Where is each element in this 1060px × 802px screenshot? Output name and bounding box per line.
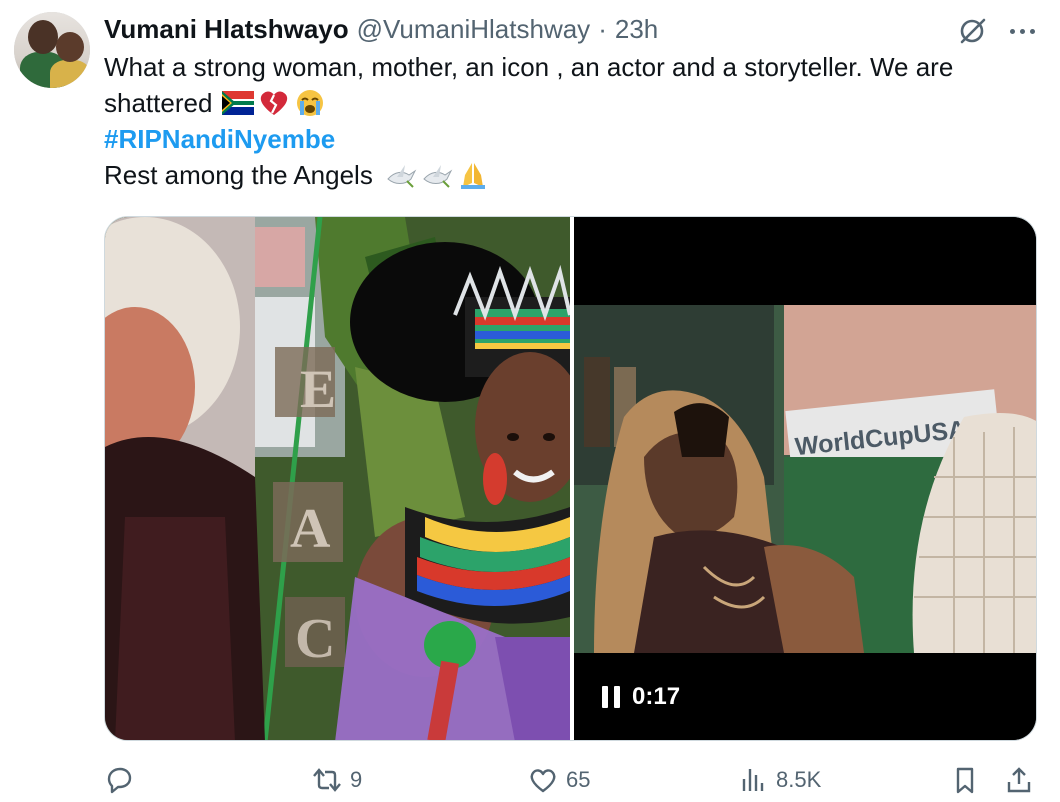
tweet-text-line-4: Rest among the Angels (104, 158, 489, 192)
photo-letter-e: E (300, 359, 336, 419)
broken-heart-icon (261, 91, 288, 115)
retweet-button[interactable]: 9 (312, 762, 362, 798)
hashtag-link[interactable]: #RIPNandiNyembe (104, 122, 335, 156)
pause-icon[interactable] (602, 686, 620, 708)
bookmark-button[interactable] (950, 762, 980, 798)
flag-south-africa-icon (222, 91, 255, 115)
avatar-child-body (50, 60, 90, 88)
video-timestamp: 0:17 (632, 683, 681, 710)
views-count: 8.5K (776, 767, 822, 792)
retweet-icon (313, 768, 341, 792)
video-player[interactable]: WorldCupUSA 0:17 (574, 217, 1036, 740)
tweet-header: Vumani Hlatshwayo @VumaniHlatshway · 23h (104, 12, 658, 46)
tweet-text-line-2: shattered (104, 86, 326, 120)
like-button[interactable]: 65 (528, 762, 590, 798)
views-bar-chart-icon (742, 769, 764, 791)
action-bar: 9 65 8.5K (104, 762, 1044, 798)
bookmark-icon (956, 767, 974, 794)
views-button[interactable]: 8.5K (738, 762, 821, 798)
photo-letter-a: A (290, 498, 331, 560)
tweet-text-line-1: What a strong woman, mother, an icon , a… (104, 52, 954, 82)
heart-icon (530, 769, 556, 793)
avatar-person-head (28, 20, 58, 54)
folded-hands-icon (460, 163, 485, 189)
reply-button[interactable] (104, 762, 142, 798)
separator-dot: · (598, 13, 607, 44)
photo-image[interactable]: E A C (105, 217, 570, 740)
tweet-time[interactable]: 23h (615, 14, 658, 45)
more-options-icon[interactable] (1002, 14, 1042, 48)
dove-icon (387, 165, 417, 188)
media-container[interactable]: E A C WorldCupUSA 0:17 (104, 216, 1037, 741)
avatar[interactable] (14, 12, 90, 88)
share-button[interactable] (1004, 762, 1034, 798)
author-handle[interactable]: @VumaniHlatshway (357, 14, 591, 45)
share-icon (1007, 767, 1031, 793)
grok-icon[interactable] (955, 14, 989, 48)
photo-letter-c: C (295, 608, 335, 670)
retweet-count: 9 (350, 767, 363, 792)
avatar-child-head (56, 32, 84, 62)
loudly-crying-face-icon (297, 90, 324, 116)
tweet-text-rest: Rest among the Angels (104, 160, 373, 190)
reply-icon (107, 767, 132, 794)
like-count: 65 (566, 767, 591, 792)
dove-icon (423, 165, 453, 188)
video-controls[interactable]: 0:17 (602, 683, 680, 711)
author-name[interactable]: Vumani Hlatshwayo (104, 14, 349, 45)
tweet-text-shattered: shattered (104, 88, 213, 118)
